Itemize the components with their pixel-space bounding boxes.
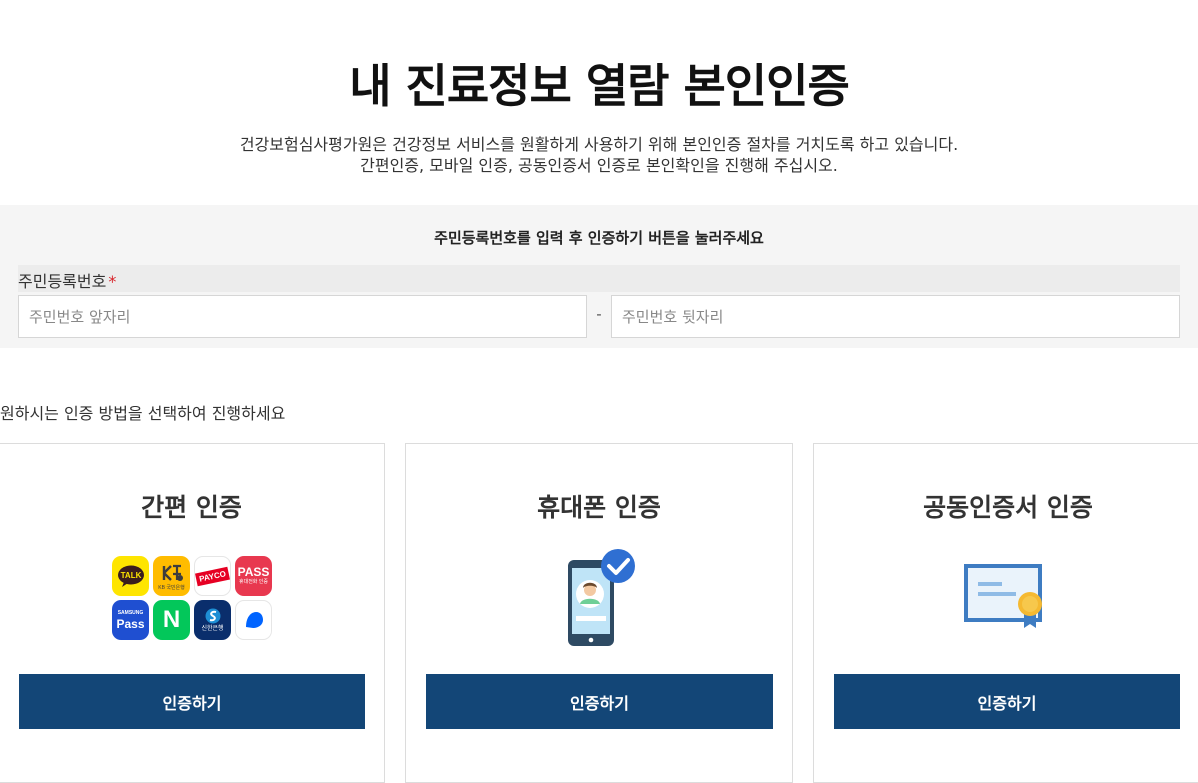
naver-text: N [162,606,181,633]
rrn-front-input[interactable] [18,295,587,338]
samsung-pass-text: Pass [116,616,145,631]
phone-auth-button[interactable]: 인증하기 [426,674,773,729]
mobile-phone-verified-icon [568,549,635,646]
cert-auth-button[interactable]: 인증하기 [834,674,1180,729]
rrn-instruction: 주민등록번호를 입력 후 인증하기 버튼을 눌러주세요 [434,229,764,247]
page-description: 건강보험심사평가원은 건강정보 서비스를 원활하게 사용하기 위해 본인인증 절… [0,134,1198,176]
description-line-1: 건강보험심사평가원은 건강정보 서비스를 원활하게 사용하기 위해 본인인증 절… [239,135,959,154]
naver-icon: N [153,600,190,640]
phone-auth-title: 휴대폰 인증 [537,493,661,522]
description-line-2: 간편인증, 모바일 인증, 공동인증서 인증로 본인확인을 진행해 주십시오. [360,156,838,175]
rrn-label-bar: 주민등록번호 * [18,265,1180,292]
simple-auth-card: 간편 인증 TALK KB 국민은행 PAYCO PASS 휴대전화 인증 SA… [0,443,385,783]
samsung-pass-subtext: SAMSUNG [117,609,144,616]
shinhan-bank-icon: 신한은행 [194,600,231,640]
pass-text: PASS [237,565,270,579]
payco-text: PAYCO [195,566,230,586]
rrn-back-input[interactable] [611,295,1180,338]
rrn-input-panel: 주민등록번호를 입력 후 인증하기 버튼을 눌러주세요 주민등록번호* - [0,205,1198,348]
payco-icon: PAYCO [194,556,231,596]
page-title: 내 진료정보 열람 본인인증 [349,59,850,113]
method-guide: 원하시는 인증 방법을 선택하여 진행하세요 [0,404,286,423]
rrn-separator: - [596,305,602,323]
kakao-talk-text: TALK [120,571,141,580]
cert-auth-title: 공동인증서 인증 [923,493,1093,522]
required-mark: * [108,272,117,291]
phone-auth-card: 휴대폰 인증 인증하기 [405,443,793,783]
pass-icon: PASS 휴대전화 인증 [235,556,272,596]
certificate-icon [964,564,1042,628]
kakao-talk-icon: TALK [112,556,149,596]
simple-auth-title: 간편 인증 [141,493,242,522]
rrn-label-text: 주민등록번호 [18,272,107,291]
toss-icon [235,600,272,640]
samsung-pass-icon: SAMSUNG Pass [112,600,149,640]
rrn-label: 주민등록번호 * [18,268,116,292]
kb-bank-icon: KB 국민은행 [153,556,190,596]
pass-subtext: 휴대전화 인증 [239,579,268,585]
cert-auth-card: 공동인증서 인증 인증하기 [813,443,1198,783]
shinhan-bank-text: 신한은행 [201,625,224,632]
simple-auth-button[interactable]: 인증하기 [19,674,365,729]
simple-auth-provider-logos: TALK KB 국민은행 PAYCO PASS 휴대전화 인증 SAMSUNG … [112,556,276,642]
kb-bank-text: KB 국민은행 [158,584,185,591]
